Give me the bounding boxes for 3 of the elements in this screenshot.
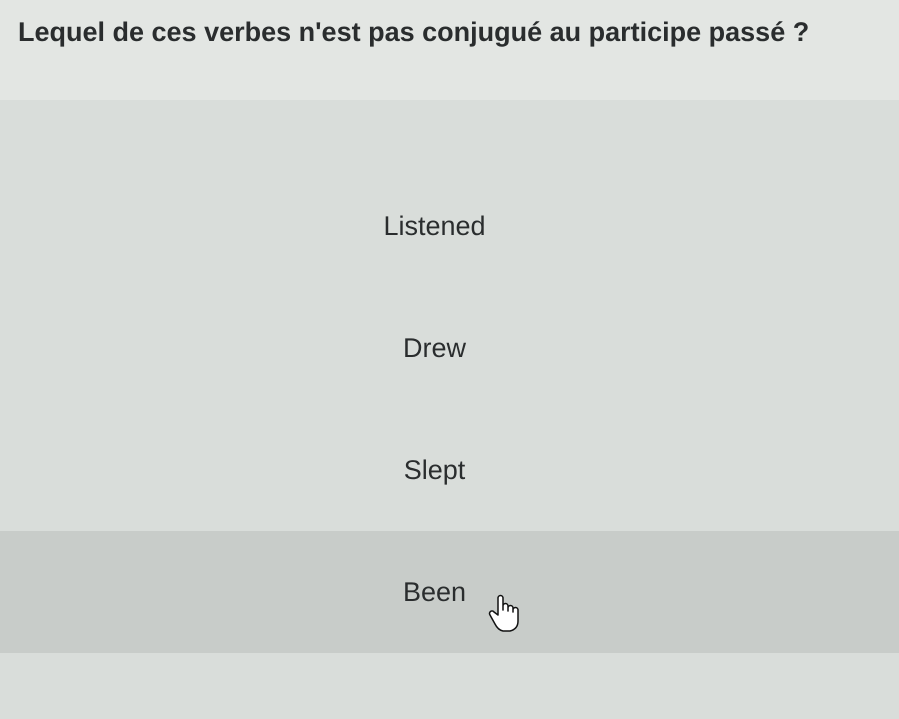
answer-option[interactable]: Been [0,531,899,653]
question-text: Lequel de ces verbes n'est pas conjugué au participe passé ? [18,17,810,47]
hand-cursor-icon [488,593,520,633]
